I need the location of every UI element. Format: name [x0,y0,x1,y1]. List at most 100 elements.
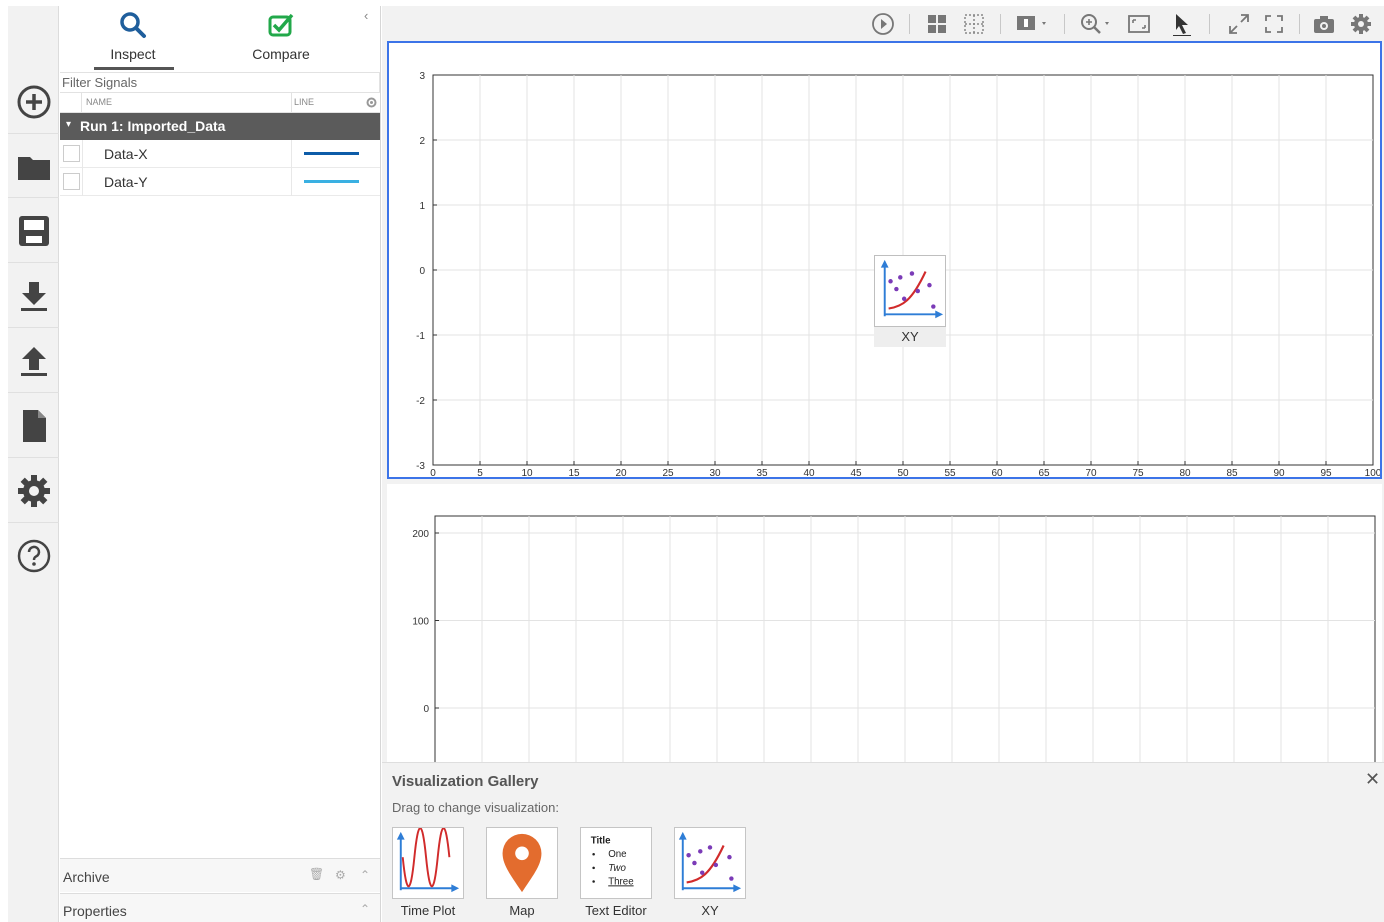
xy-plot-icon [880,259,944,319]
annotation-button[interactable] [1014,12,1050,36]
signal-checkbox[interactable] [63,145,80,162]
signal-table-header: NAME LINE [60,93,380,113]
x-tick-label: 5 [477,468,483,477]
time-plot-1[interactable]: 0 5 10 15 20 25 30 35 40 45 50 55 60 65 70 75 80 85 90 95 10… [387,41,1382,479]
save-button[interactable] [8,199,59,263]
plot-2-axes[interactable]: 200 100 0 [387,484,1382,764]
import-button[interactable] [8,264,59,328]
time-plot-icon [396,827,460,893]
active-tab-indicator [94,67,174,70]
svg-text:Two: Two [608,863,626,874]
trash-icon[interactable]: 🗑 [309,867,324,881]
time-plot-thumb [392,827,464,899]
y-tick-label: 0 [419,266,425,277]
toolbar-separator [1000,14,1001,34]
upload-icon [20,346,47,376]
cursor-select-button[interactable] [1170,12,1194,36]
chevron-down-icon[interactable]: ▾ [66,119,71,130]
row-divider [82,140,83,168]
app-window: Inspect Compare ‹ NAME LINE ▾ Run 1: Imp… [0,0,1384,922]
full-screen-icon [1265,15,1283,33]
collapse-panel-icon[interactable]: ‹ [364,8,368,23]
toolbar-separator [1209,14,1210,34]
dragged-xy-visualization[interactable]: XY [874,255,946,347]
column-divider [291,93,292,113]
y-tick-label: 2 [419,136,425,147]
play-button[interactable] [871,12,895,36]
signal-row-data-y[interactable]: Data-Y [60,168,380,196]
dashed-grid-icon [964,14,984,34]
properties-section[interactable]: Properties ⌃ [60,893,380,922]
run-label: Run 1: Imported_Data [80,118,226,134]
map-pin-icon [502,833,542,893]
snapshot-button[interactable] [1312,12,1336,36]
open-button[interactable] [8,134,59,198]
settings-button[interactable] [8,459,59,523]
tab-inspect[interactable]: Inspect [83,10,183,72]
gallery-item-time-plot[interactable]: Time Plot [382,827,472,922]
x-tick-label: 40 [803,468,815,477]
gear-icon[interactable]: ⚙ [335,868,346,882]
svg-text:Three: Three [608,876,633,887]
gallery-item-map[interactable]: Map [476,827,566,922]
row-divider [291,140,292,168]
line-style-swatch[interactable] [304,152,359,155]
signals-panel: Inspect Compare ‹ NAME LINE ▾ Run 1: Imp… [60,6,381,922]
expand-button[interactable] [1227,12,1251,36]
x-tick-label: 50 [897,468,909,477]
y-tick-label: -2 [416,396,425,407]
line-style-swatch[interactable] [304,180,359,183]
archive-section[interactable]: Archive 🗑 ⚙ ⌃ [60,858,380,892]
y-tick-label: 100 [412,617,429,628]
help-button[interactable] [8,524,59,588]
close-icon[interactable]: ✕ [1365,769,1380,790]
fit-to-view-button[interactable] [1127,12,1151,36]
x-tick-label: 80 [1179,468,1191,477]
gallery-item-label: XY [701,903,719,918]
x-tick-label: 55 [944,468,956,477]
y-tick-label: 3 [419,71,425,82]
x-tick-label: 0 [430,468,436,477]
tab-compare[interactable]: Compare [231,10,331,72]
left-toolstrip [8,6,59,922]
layout-button[interactable] [925,12,949,36]
chevron-up-icon[interactable]: ⌃ [360,868,370,882]
full-screen-button[interactable] [1262,12,1286,36]
column-header-name[interactable]: NAME [86,97,112,107]
fit-view-icon [1128,15,1150,33]
gallery-item-text-editor[interactable]: Title One Two Three Text Editor [570,827,660,922]
run-row[interactable]: ▾ Run 1: Imported_Data [60,113,380,140]
time-plot-2[interactable]: 200 100 0 [387,484,1382,764]
x-tick-label: 45 [850,468,862,477]
save-icon [18,215,49,246]
pointer-arrow-icon [1173,14,1191,36]
folder-icon [17,156,50,180]
x-tick-label: 75 [1132,468,1144,477]
map-thumb [486,827,558,899]
gallery-title: Visualization Gallery [392,773,539,790]
new-session-button[interactable] [8,70,59,134]
zoom-in-icon [1081,14,1109,34]
column-settings-gear-icon[interactable] [365,96,378,109]
filter-signals-input[interactable] [60,72,380,93]
svg-text:Title: Title [591,836,611,847]
chevron-up-icon[interactable]: ⌃ [360,902,370,916]
signal-checkbox[interactable] [63,173,80,190]
gallery-item-xy[interactable]: XY [664,827,754,922]
gallery-item-label: Map [509,903,535,918]
gallery-item-label: Text Editor [585,903,647,918]
x-tick-label: 85 [1226,468,1238,477]
zoom-button[interactable] [1079,12,1115,36]
visualization-settings-button[interactable] [1349,12,1373,36]
report-button[interactable] [8,394,59,458]
column-header-line[interactable]: LINE [294,97,314,107]
tab-compare-label: Compare [252,46,310,62]
export-button[interactable] [8,329,59,393]
signal-row-data-x[interactable]: Data-X [60,140,380,168]
subplot-grid-button[interactable] [962,12,986,36]
xy-drag-label: XY [874,327,946,347]
toolbar-separator [909,14,910,34]
x-tick-label: 70 [1085,468,1097,477]
y-tick-label: -1 [416,331,425,342]
x-tick-label: 20 [615,468,627,477]
